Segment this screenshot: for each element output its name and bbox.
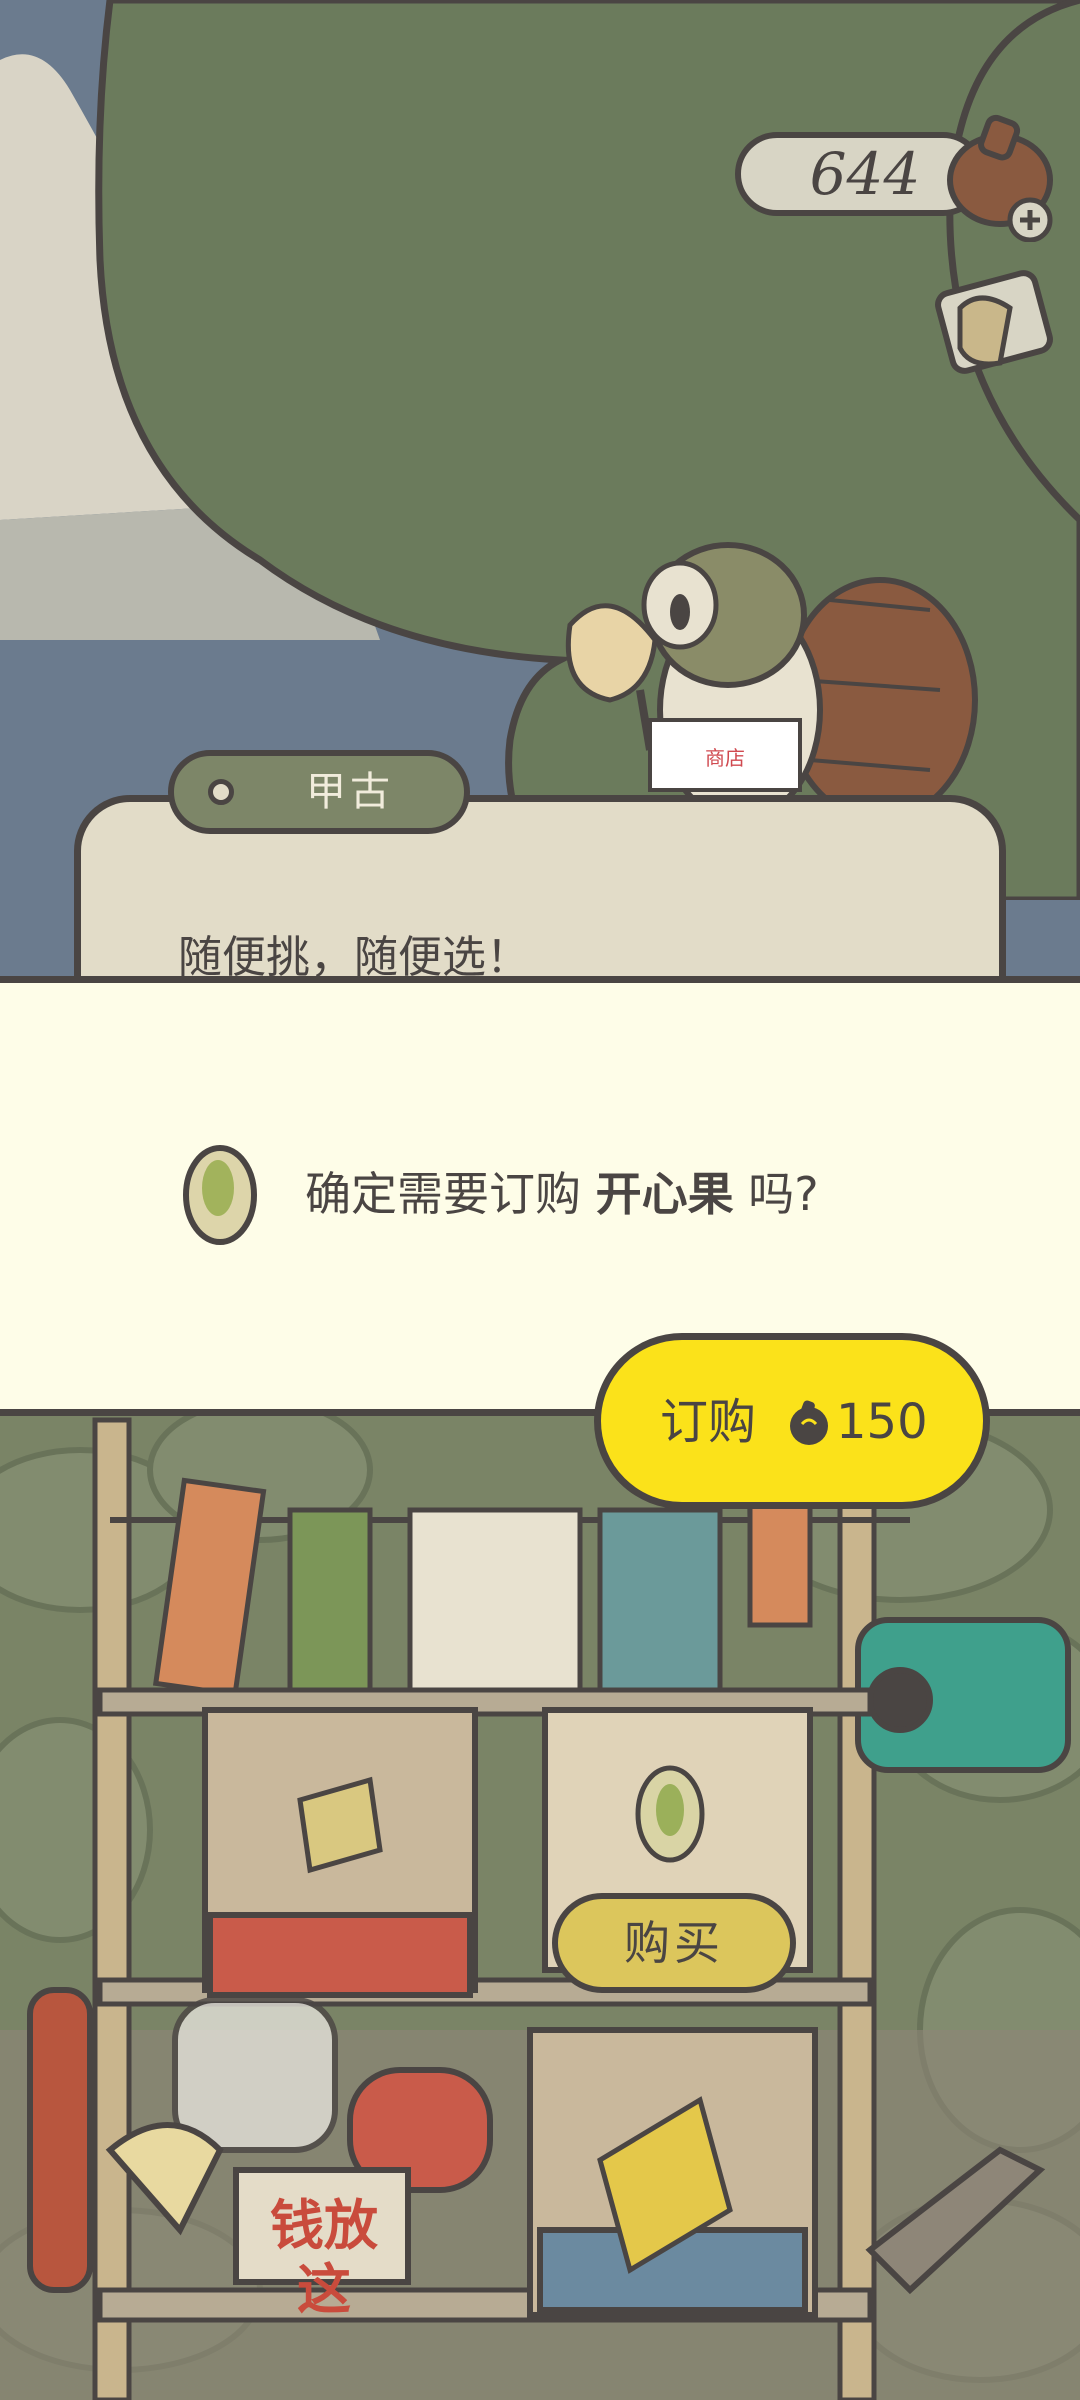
confirm-message: 确定需要订购 开心果 吗? xyxy=(305,1164,925,1224)
confirm-item-name: 开心果 xyxy=(595,1167,734,1221)
stall-background xyxy=(0,1410,1080,2400)
money-sign-text: 钱放这 xyxy=(270,2194,378,2321)
pistachio-icon xyxy=(183,1145,257,1245)
speaker-name: 甲古 xyxy=(306,769,394,815)
plus-icon[interactable] xyxy=(1007,197,1053,242)
confirm-prefix: 确定需要订购 xyxy=(305,1167,596,1221)
confirm-suffix: 吗? xyxy=(733,1167,819,1221)
mail-icon[interactable] xyxy=(930,268,1060,388)
currency-value: 644 xyxy=(809,140,921,208)
speaker-dot-icon xyxy=(208,779,234,805)
order-price: 150 xyxy=(836,1394,928,1450)
order-button-label: 订购 xyxy=(660,1394,757,1450)
svg-text:商店: 商店 xyxy=(705,746,745,770)
clover-icon[interactable] xyxy=(940,112,1060,242)
clover-icon xyxy=(790,1400,828,1445)
buy-button-label: 购买 xyxy=(624,1916,724,1970)
